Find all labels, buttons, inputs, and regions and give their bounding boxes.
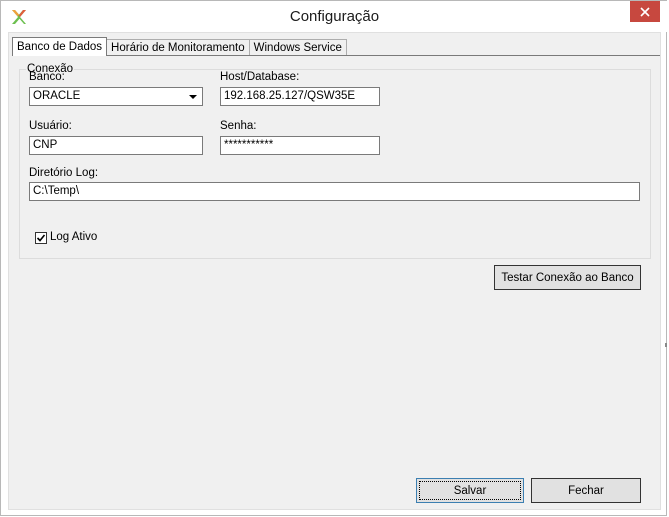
- tab-windows-service[interactable]: Windows Service: [248, 39, 347, 56]
- usuario-input[interactable]: CNP: [29, 136, 203, 155]
- chevron-down-icon: [189, 95, 197, 99]
- tab-horario-monitoramento[interactable]: Horário de Monitoramento: [106, 39, 250, 56]
- senha-label: Senha:: [220, 120, 257, 132]
- test-connection-button[interactable]: Testar Conexão ao Banco: [494, 265, 641, 290]
- host-input[interactable]: 192.168.25.127/QSW35E: [220, 87, 380, 106]
- diretorio-log-input[interactable]: C:\Temp\: [29, 182, 640, 201]
- tab-banco-de-dados[interactable]: Banco de Dados: [12, 37, 108, 56]
- tab-strip: Banco de Dados Horário de Monitoramento …: [12, 37, 347, 56]
- window-edge-mark: [665, 343, 667, 347]
- banco-select[interactable]: ORACLE: [29, 87, 203, 106]
- dialog-client-area: Banco de Dados Horário de Monitoramento …: [8, 32, 661, 510]
- host-label: Host/Database:: [220, 71, 300, 83]
- save-button[interactable]: Salvar: [416, 478, 524, 503]
- log-ativo-checkbox[interactable]: [35, 232, 47, 244]
- log-ativo-label[interactable]: Log Ativo: [50, 231, 97, 243]
- title-bar: Configuração: [1, 1, 668, 32]
- close-icon: [640, 6, 650, 17]
- usuario-label: Usuário:: [29, 120, 72, 132]
- banco-select-value: ORACLE: [33, 90, 81, 102]
- close-button[interactable]: Fechar: [531, 478, 641, 503]
- configuration-window: Configuração Banco de Dados Horário de M…: [0, 0, 668, 516]
- senha-input[interactable]: ***********: [220, 136, 380, 155]
- banco-label: Banco:: [29, 71, 65, 83]
- checkmark-icon: [36, 234, 46, 242]
- diretorio-log-label: Diretório Log:: [29, 167, 99, 179]
- window-close-button[interactable]: [630, 1, 660, 22]
- window-title: Configuração: [289, 8, 380, 25]
- tab-divider: [12, 55, 660, 56]
